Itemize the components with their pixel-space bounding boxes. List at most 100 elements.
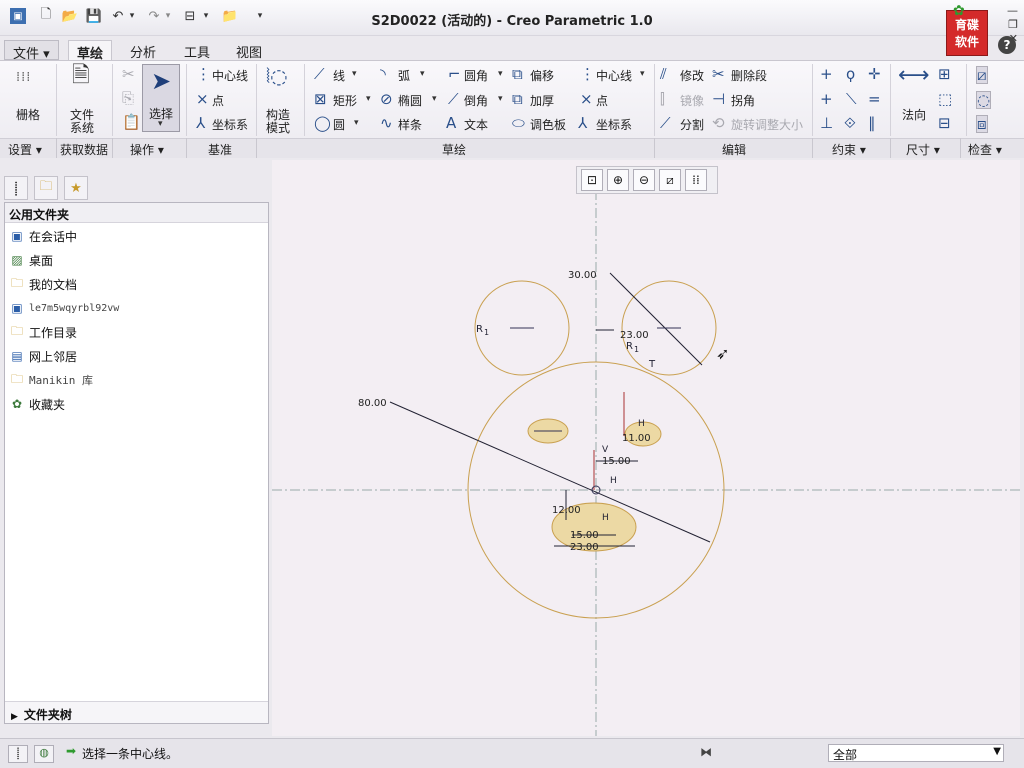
- parallel-constraint-icon[interactable]: ∥: [868, 115, 876, 131]
- selection-filter[interactable]: 全部 ▼: [828, 744, 1004, 762]
- restore-icon[interactable]: ❐: [1007, 18, 1018, 32]
- modify-icon[interactable]: ⫽: [660, 66, 667, 82]
- delete-segment-icon[interactable]: ✂: [712, 66, 725, 82]
- corner-icon[interactable]: ⊣: [712, 91, 725, 107]
- point2-button[interactable]: 点: [596, 92, 608, 109]
- offset-button[interactable]: 偏移: [530, 67, 554, 84]
- palette-button[interactable]: 调色板: [530, 116, 566, 133]
- favorites-icon[interactable]: ★: [64, 176, 88, 200]
- tab-view[interactable]: 视图: [228, 40, 270, 61]
- offset-icon[interactable]: ⧉: [512, 66, 523, 82]
- group-sketching[interactable]: 草绘: [442, 141, 466, 161]
- fillet-button[interactable]: 圆角: [464, 67, 488, 84]
- dim-23[interactable]: 23.00: [620, 330, 649, 341]
- perimeter-dimension-icon[interactable]: ⬚: [938, 91, 952, 107]
- construction-mode-button-2[interactable]: 模式: [266, 119, 290, 136]
- group-get-data[interactable]: 获取数据: [60, 141, 108, 161]
- dim-23-low[interactable]: 23.00: [570, 542, 599, 553]
- circle-button[interactable]: 圆: [333, 116, 345, 133]
- dim-11[interactable]: 11.00: [622, 433, 651, 444]
- minimize-icon[interactable]: —: [1007, 4, 1018, 18]
- rotate-resize-icon[interactable]: ⟲: [712, 115, 725, 131]
- group-datum[interactable]: 基准: [208, 141, 232, 161]
- sketch-canvas[interactable]: 30.00 23.00 80.00 15.00 11.00 12.00 15.0…: [272, 160, 1020, 736]
- palette-icon[interactable]: ⬭: [512, 115, 525, 131]
- spline-button[interactable]: 样条: [398, 116, 422, 133]
- dimension-line-30[interactable]: [609, 272, 703, 366]
- mirror-button[interactable]: 镜像: [680, 92, 704, 109]
- folder-browser-icon[interactable]: 🗀: [34, 176, 58, 200]
- refit-icon[interactable]: ⊡: [581, 169, 603, 191]
- symmetric-constraint-icon[interactable]: ⟐: [844, 115, 856, 131]
- folder-item-manikin[interactable]: 🗀 Manikin 库: [9, 369, 93, 391]
- equal-constraint-icon[interactable]: =: [868, 91, 881, 107]
- dim-15-low[interactable]: 15.00: [570, 530, 599, 541]
- folder-item-computer[interactable]: ▣ le7m5wqyrbl92vw: [9, 297, 119, 319]
- centerline-icon[interactable]: ⋮: [196, 66, 211, 82]
- divide-button[interactable]: 分割: [680, 116, 704, 133]
- dim-80[interactable]: 80.00: [358, 398, 387, 409]
- navigator-toggle-icon[interactable]: ⸽: [8, 745, 28, 763]
- csys2-icon[interactable]: ⅄: [578, 115, 587, 131]
- ellipse-button[interactable]: 椭圆: [398, 92, 422, 109]
- normal-dimension-icon[interactable]: ⟷: [898, 65, 930, 87]
- fillet-icon[interactable]: ⌐: [448, 66, 461, 82]
- folder-tree-toggle[interactable]: ▶ 文件夹树: [5, 701, 268, 723]
- tangent-constraint-icon[interactable]: ϙ: [846, 66, 855, 82]
- sketcher-display-icon[interactable]: ⁞⁞: [685, 169, 707, 191]
- zoom-out-icon[interactable]: ⊖: [633, 169, 655, 191]
- delete-segment-button[interactable]: 删除段: [731, 67, 767, 84]
- text-icon[interactable]: A: [446, 115, 456, 131]
- group-constrain[interactable]: 约束 ▾: [832, 141, 866, 161]
- centerline2-button[interactable]: 中心线: [596, 67, 632, 84]
- centerline2-icon[interactable]: ⋮: [580, 66, 595, 82]
- corner-button[interactable]: 拐角: [731, 92, 755, 109]
- grid-button[interactable]: 栅格: [16, 106, 40, 123]
- perpendicular-constraint-icon[interactable]: ⊥: [820, 115, 833, 131]
- shade-closed-loops-icon[interactable]: ⧈: [976, 115, 988, 133]
- text-button[interactable]: 文本: [464, 116, 488, 133]
- ellipse-icon[interactable]: ⊘: [380, 91, 393, 107]
- group-operations[interactable]: 操作 ▾: [130, 141, 164, 161]
- folder-item-favorites[interactable]: ✿ 收藏夹: [9, 393, 65, 415]
- rotate-resize-button[interactable]: 旋转调整大小: [731, 116, 803, 133]
- highlight-open-ends-icon[interactable]: ◌: [976, 91, 992, 109]
- spline-icon[interactable]: ∿: [380, 115, 393, 131]
- grid-icon[interactable]: ⁞⁞⁞: [16, 70, 31, 86]
- graphics-window[interactable]: 30.00 23.00 80.00 15.00 11.00 12.00 15.0…: [272, 160, 1020, 736]
- tab-analysis[interactable]: 分析: [122, 40, 164, 61]
- coincident-constraint-icon[interactable]: ⟍: [846, 91, 857, 107]
- point-icon[interactable]: ×: [196, 91, 209, 107]
- folder-item-my-documents[interactable]: 🗀 我的文档: [9, 273, 77, 295]
- sketch-view-icon[interactable]: ⧄: [659, 169, 681, 191]
- tab-tools[interactable]: 工具: [176, 40, 218, 61]
- divide-icon[interactable]: ⟋: [660, 115, 671, 131]
- datum-point-button[interactable]: 点: [212, 92, 224, 109]
- csys-icon[interactable]: ⅄: [196, 115, 205, 131]
- smart-select-icon[interactable]: ⧓: [700, 745, 712, 759]
- folder-item-working-directory[interactable]: 🗀 工作目录: [9, 321, 77, 343]
- datum-csys-button[interactable]: 坐标系: [212, 116, 248, 133]
- line-button[interactable]: 线: [333, 67, 345, 84]
- zoom-in-icon[interactable]: ⊕: [607, 169, 629, 191]
- dim-12[interactable]: 12.00: [552, 505, 581, 516]
- copy-icon[interactable]: ⎘: [122, 90, 134, 106]
- file-system-icon[interactable]: 🗎: [72, 65, 90, 87]
- thicken-icon[interactable]: ⧉: [512, 91, 523, 107]
- normal-dimension-button[interactable]: 法向: [902, 106, 926, 123]
- circle-dropdown-icon[interactable]: ▾: [354, 118, 359, 128]
- folder-item-network[interactable]: ▤ 网上邻居: [9, 345, 77, 367]
- folder-item-desktop[interactable]: ▨ 桌面: [9, 249, 53, 271]
- reference-dimension-icon[interactable]: ⊞: [938, 66, 951, 82]
- folder-item-in-session[interactable]: ▣ 在会话中: [9, 225, 77, 247]
- select-button[interactable]: ➤ 选择 ▾: [142, 64, 180, 132]
- line-dropdown-icon[interactable]: ▾: [352, 69, 357, 79]
- rectangle-button[interactable]: 矩形: [333, 92, 357, 109]
- paste-icon[interactable]: 📋: [122, 114, 141, 130]
- overlap-geometry-icon[interactable]: ⧄: [976, 66, 988, 84]
- mirror-icon[interactable]: ⫿: [660, 91, 665, 107]
- arc-dropdown-icon[interactable]: ▾: [420, 69, 425, 79]
- cut-icon[interactable]: ✂: [122, 66, 135, 82]
- tab-sketch[interactable]: 草绘: [68, 40, 113, 62]
- midpoint-constraint-icon[interactable]: ✛: [868, 66, 881, 82]
